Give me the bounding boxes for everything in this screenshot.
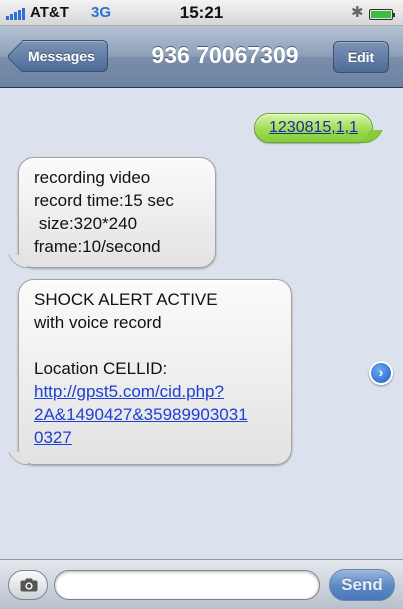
navigation-bar: Messages 936 70067309 Edit — [0, 26, 403, 88]
status-bar: AT&T 3G 15:21 ✱ — [0, 0, 403, 26]
location-link[interactable]: 2A&1490427&35989903031 — [34, 403, 277, 426]
bluetooth-icon: ✱ — [351, 4, 364, 21]
message-line: size:320*240 — [34, 214, 138, 233]
incoming-message-bubble[interactable]: recording video record time:15 sec size:… — [18, 157, 216, 268]
battery-icon — [369, 9, 395, 20]
message-line — [34, 334, 277, 357]
message-line: SHOCK ALERT ACTIVE — [34, 290, 218, 309]
conversation-title: 936 70067309 — [151, 42, 299, 68]
message-line: with voice record — [34, 313, 162, 332]
incoming-message-bubble[interactable]: SHOCK ALERT ACTIVE with voice record Loc… — [18, 279, 292, 465]
camera-button[interactable] — [8, 570, 48, 600]
message-line: Location CELLID: — [34, 359, 168, 378]
status-time: 15:21 — [179, 3, 224, 22]
location-link[interactable]: 0327 — [34, 426, 277, 449]
camera-icon — [20, 578, 38, 592]
edit-button[interactable]: Edit — [333, 41, 389, 73]
back-button[interactable]: Messages — [22, 40, 108, 72]
chevron-right-circle-icon[interactable]: › — [369, 361, 393, 385]
send-button[interactable]: Send — [329, 569, 395, 601]
message-line: recording video — [34, 168, 151, 187]
outgoing-message-bubble[interactable]: 1230815,1,1 — [254, 113, 373, 143]
message-input[interactable] — [54, 570, 320, 600]
message-thread[interactable]: 1230815,1,1 recording video record time:… — [0, 88, 403, 559]
message-line: record time:15 sec — [34, 191, 174, 210]
message-line: frame:10/second — [34, 237, 161, 256]
location-link[interactable]: http://gpst5.com/cid.php? — [34, 380, 277, 403]
message-composer: Send — [0, 559, 403, 609]
